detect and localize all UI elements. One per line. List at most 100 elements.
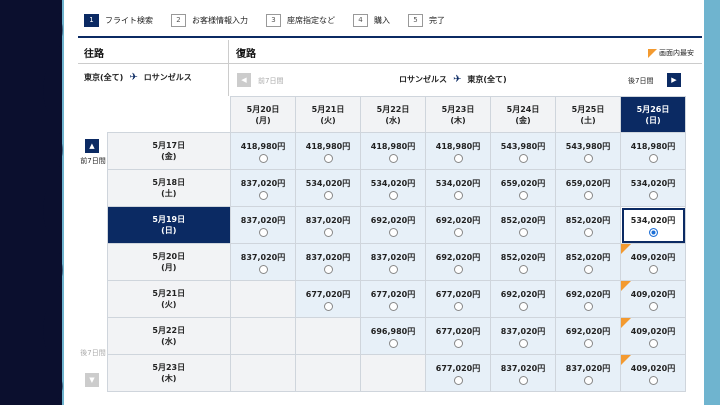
fare-radio-button[interactable]	[453, 153, 463, 163]
fare-cell[interactable]: 837,020円	[295, 206, 361, 244]
fare-cell[interactable]: 837,020円	[360, 243, 426, 281]
fare-radio-button[interactable]	[323, 264, 333, 274]
fare-radio-button[interactable]	[518, 264, 528, 274]
fare-cell[interactable]: 543,980円	[490, 132, 556, 170]
fare-radio-button[interactable]	[258, 227, 268, 237]
fare-radio-button[interactable]	[518, 153, 528, 163]
fare-cell[interactable]: 692,020円	[425, 243, 491, 281]
fare-radio-button[interactable]	[323, 190, 333, 200]
return-next-week-label[interactable]: 後7日間	[628, 76, 653, 86]
fare-radio-button[interactable]	[648, 301, 658, 311]
fare-radio-button[interactable]	[583, 227, 593, 237]
outbound-prev-week-label[interactable]: 前7日間	[80, 157, 106, 166]
fare-radio-button[interactable]	[648, 264, 658, 274]
fare-cell[interactable]: 677,020円	[425, 280, 491, 318]
fare-cell[interactable]: 837,020円	[490, 317, 556, 355]
column-date: 5月26日	[636, 104, 670, 114]
fare-cell[interactable]: 534,020円	[620, 206, 686, 244]
fare-cell[interactable]: 677,020円	[425, 354, 491, 392]
fare-cell[interactable]: 692,020円	[555, 317, 621, 355]
fare-cell[interactable]: 677,020円	[295, 280, 361, 318]
fare-cell[interactable]: 677,020円	[360, 280, 426, 318]
fare-radio-button[interactable]	[518, 375, 528, 385]
fare-cell[interactable]: 692,020円	[425, 206, 491, 244]
fare-cell[interactable]: 692,020円	[360, 206, 426, 244]
fare-cell[interactable]: 677,020円	[425, 317, 491, 355]
fare-radio-button[interactable]	[648, 338, 658, 348]
fare-radio-button[interactable]	[258, 264, 268, 274]
fare-cell[interactable]: 409,020円	[620, 280, 686, 318]
fare-radio-button[interactable]	[648, 375, 658, 385]
fare-cell[interactable]: 418,980円	[295, 132, 361, 170]
fare-radio-button[interactable]	[583, 190, 593, 200]
fare-radio-button[interactable]	[388, 301, 398, 311]
outbound-prev-week-button[interactable]: ▲	[85, 138, 99, 153]
fare-radio-button[interactable]	[453, 227, 463, 237]
fare-cell[interactable]: 852,020円	[490, 206, 556, 244]
outbound-header: 往路	[84, 49, 104, 60]
return-prev-week-button[interactable]: ◀	[237, 73, 251, 87]
fare-cell[interactable]: 692,020円	[555, 280, 621, 318]
fare-cell[interactable]: 543,980円	[555, 132, 621, 170]
fare-cell[interactable]: 534,020円	[620, 169, 686, 207]
fare-radio-button[interactable]	[518, 190, 528, 200]
fare-radio-button[interactable]	[583, 301, 593, 311]
fare-cell[interactable]: 837,020円	[555, 354, 621, 392]
fare-cell[interactable]: 692,020円	[490, 280, 556, 318]
fare-cell[interactable]: 837,020円	[230, 243, 296, 281]
fare-radio-button[interactable]	[648, 227, 658, 237]
fare-radio-button[interactable]	[323, 227, 333, 237]
fare-cell[interactable]: 418,980円	[360, 132, 426, 170]
fare-cell[interactable]: 418,980円	[230, 132, 296, 170]
fare-radio-button[interactable]	[258, 190, 268, 200]
fare-cell[interactable]: 837,020円	[230, 206, 296, 244]
fare-radio-button[interactable]	[388, 153, 398, 163]
fare-cell[interactable]: 659,020円	[555, 169, 621, 207]
fare-cell[interactable]: 418,980円	[620, 132, 686, 170]
fare-radio-button[interactable]	[583, 264, 593, 274]
fare-radio-button[interactable]	[453, 338, 463, 348]
fare-cell[interactable]: 837,020円	[230, 169, 296, 207]
fare-cell[interactable]: 534,020円	[425, 169, 491, 207]
fare-radio-button[interactable]	[388, 264, 398, 274]
fare-radio-button[interactable]	[453, 190, 463, 200]
fare-cell[interactable]: 852,020円	[555, 206, 621, 244]
fare-cell[interactable]: 852,020円	[490, 243, 556, 281]
fare-radio-button[interactable]	[323, 301, 333, 311]
row-date: 5月17日	[152, 141, 186, 150]
fare-cell[interactable]: 409,020円	[620, 354, 686, 392]
fare-radio-button[interactable]	[583, 338, 593, 348]
fare-radio-button[interactable]	[453, 301, 463, 311]
fare-cell[interactable]: 409,020円	[620, 317, 686, 355]
return-prev-week-label[interactable]: 前7日間	[258, 76, 283, 86]
table-row: 5月18日 (土) 837,020円 534,020円 534,020円 534,020円…	[80, 169, 686, 207]
fare-cell[interactable]: 852,020円	[555, 243, 621, 281]
fare-radio-button[interactable]	[388, 190, 398, 200]
fare-radio-button[interactable]	[518, 338, 528, 348]
fare-price: 659,020円	[500, 178, 546, 188]
fare-radio-button[interactable]	[648, 153, 658, 163]
fare-cell[interactable]: 409,020円	[620, 243, 686, 281]
fare-cell[interactable]: 837,020円	[295, 243, 361, 281]
corner-cell	[80, 96, 231, 133]
fare-radio-button[interactable]	[648, 190, 658, 200]
fare-radio-button[interactable]	[583, 375, 593, 385]
fare-cell[interactable]: 534,020円	[295, 169, 361, 207]
fare-cell[interactable]: 659,020円	[490, 169, 556, 207]
fare-radio-button[interactable]	[453, 375, 463, 385]
fare-radio-button[interactable]	[453, 264, 463, 274]
fare-radio-button[interactable]	[323, 153, 333, 163]
outbound-next-week-label[interactable]: 後7日間	[80, 349, 106, 358]
outbound-next-week-button[interactable]: ▼	[85, 372, 99, 387]
fare-radio-button[interactable]	[518, 227, 528, 237]
return-next-week-button[interactable]: ▶	[667, 73, 681, 87]
fare-radio-button[interactable]	[583, 153, 593, 163]
fare-radio-button[interactable]	[518, 301, 528, 311]
fare-cell[interactable]: 696,980円	[360, 317, 426, 355]
fare-cell[interactable]: 418,980円	[425, 132, 491, 170]
fare-cell[interactable]: 534,020円	[360, 169, 426, 207]
fare-radio-button[interactable]	[388, 227, 398, 237]
fare-radio-button[interactable]	[258, 153, 268, 163]
fare-cell[interactable]: 837,020円	[490, 354, 556, 392]
fare-radio-button[interactable]	[388, 338, 398, 348]
